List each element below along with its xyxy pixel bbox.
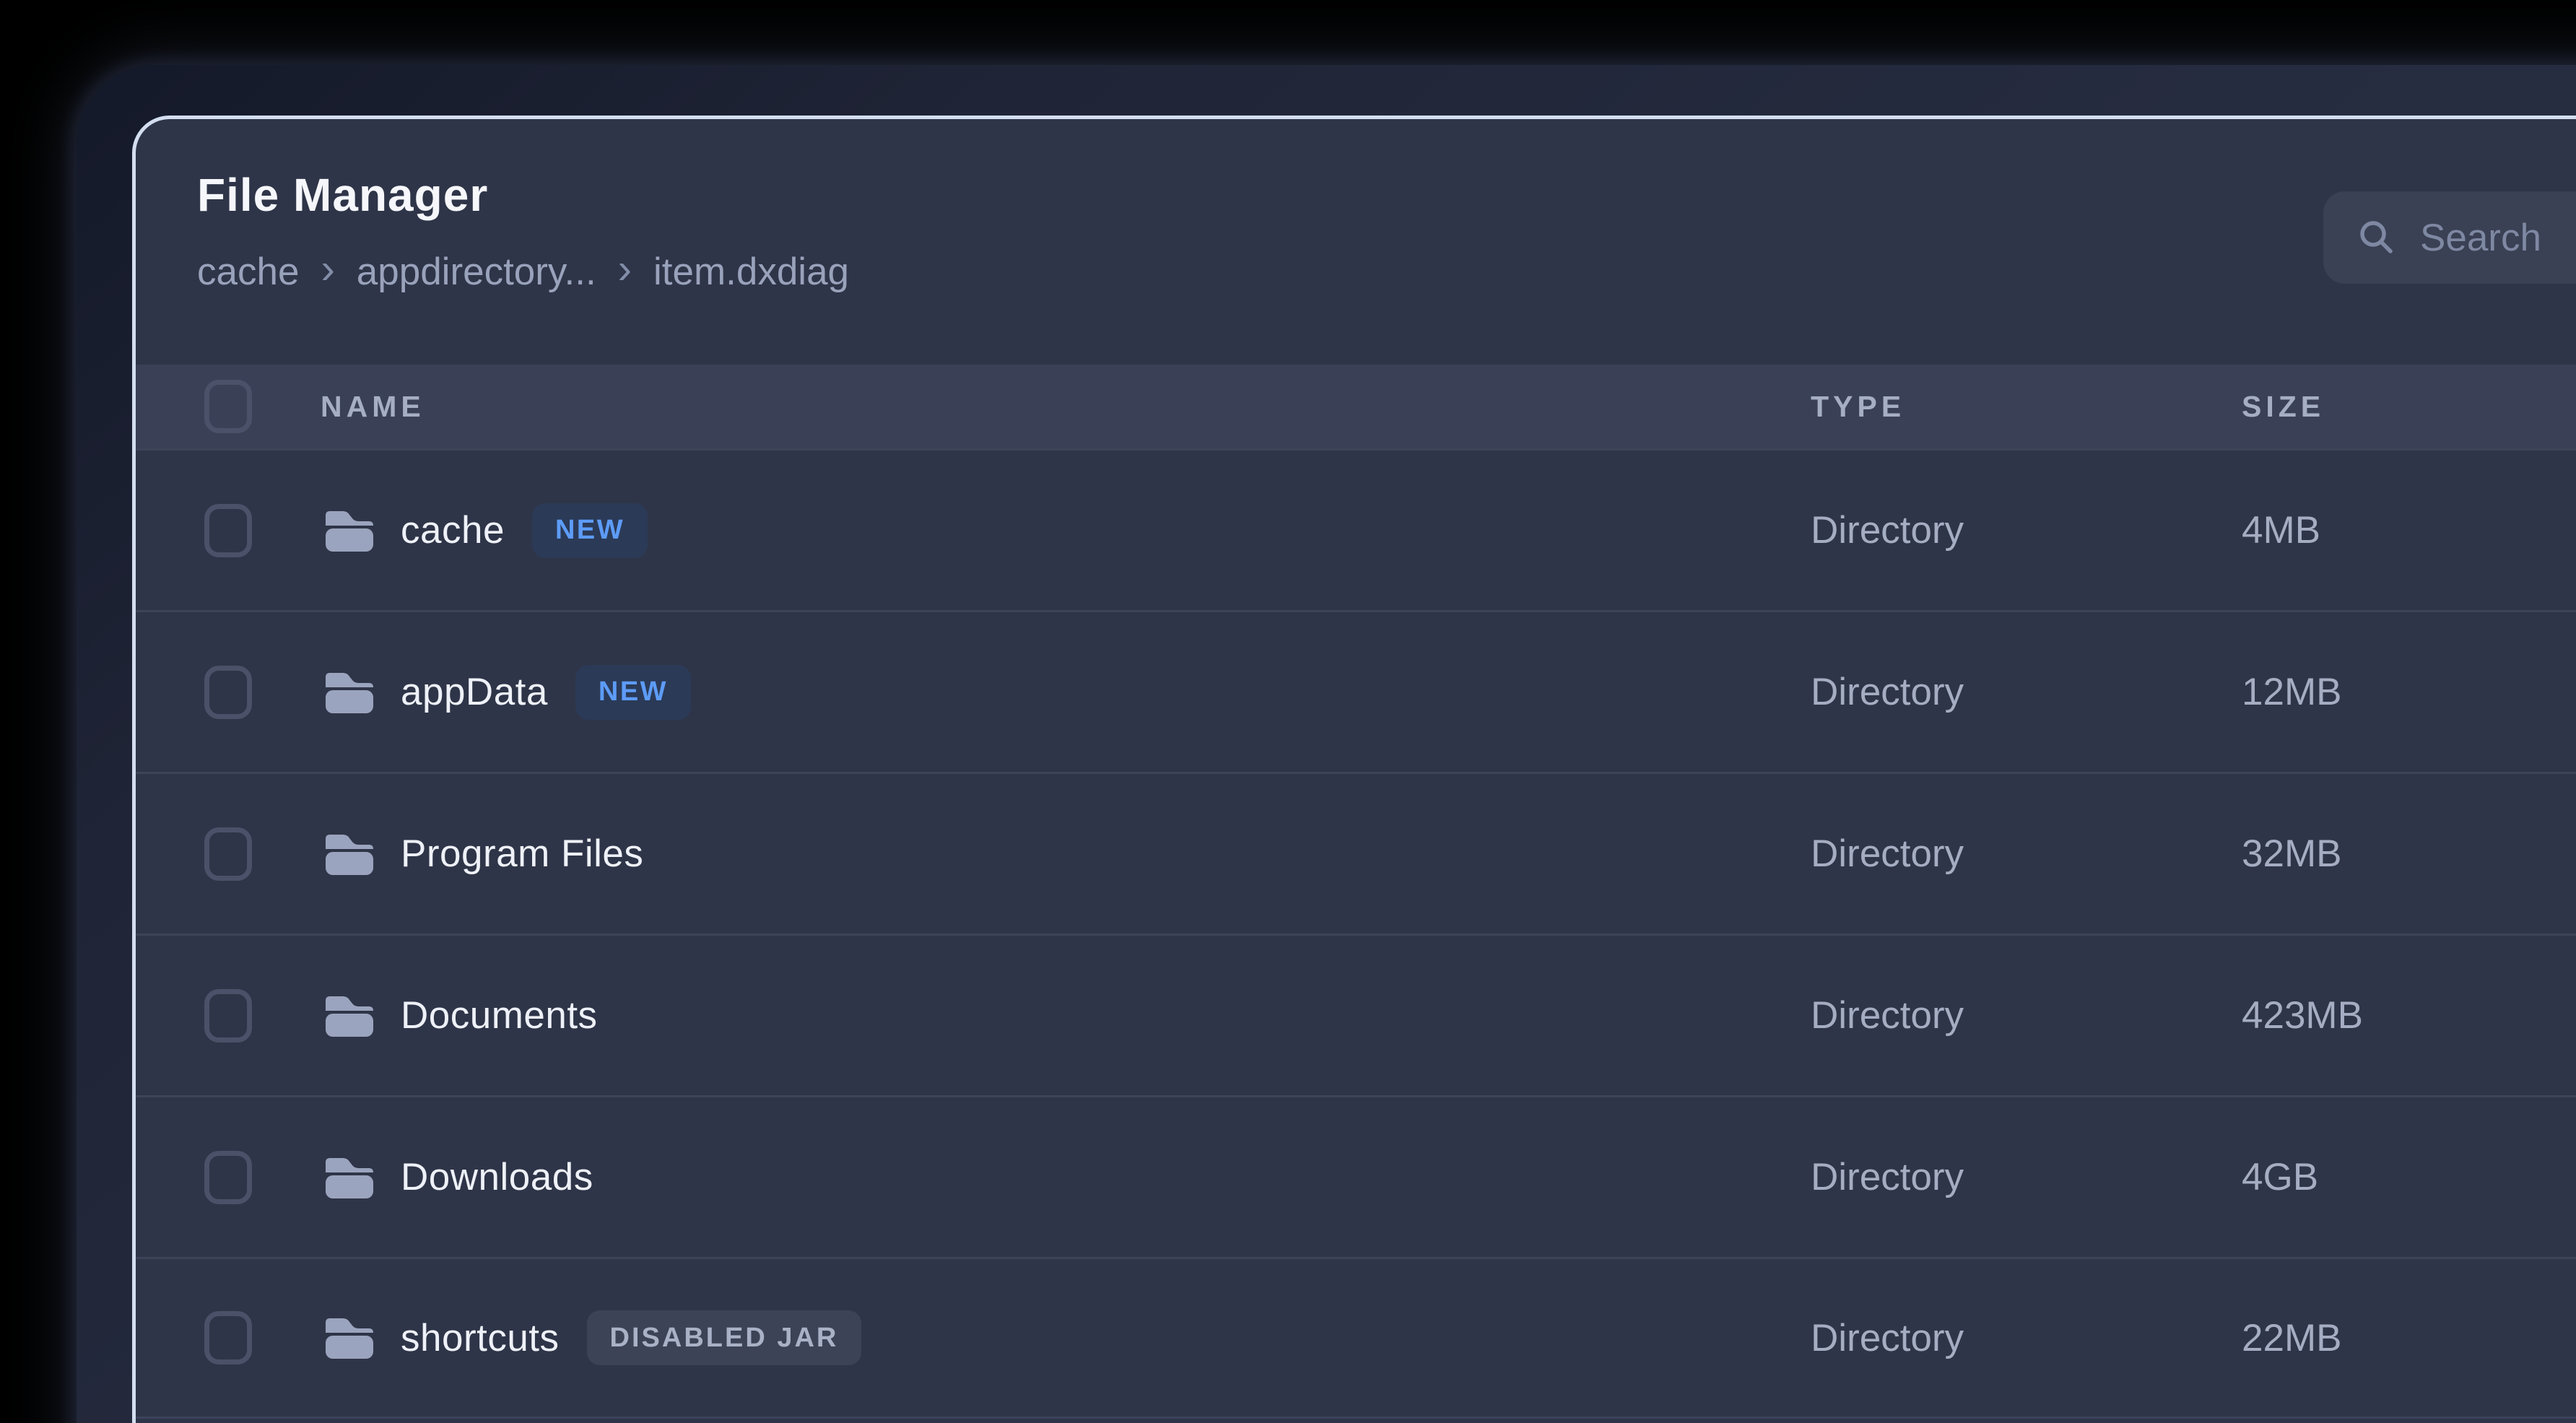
column-header-size: SIZE: [2242, 390, 2325, 424]
file-size: 12MB: [2242, 670, 2341, 714]
breadcrumb-item-cache[interactable]: cache: [197, 250, 299, 294]
row-program-files[interactable]: Program Files Directory 32MB: [136, 772, 2576, 934]
file-list: cache NEW Directory 4MB appData NEW Dire…: [136, 448, 2576, 1419]
file-name: Program Files: [401, 832, 643, 876]
file-type: Directory: [1811, 832, 1964, 876]
row-shortcuts[interactable]: shortcuts DISABLED JAR Directory 22MB: [136, 1257, 2576, 1419]
new-badge: NEW: [575, 665, 691, 720]
row-downloads[interactable]: Downloads Directory 4GB: [136, 1095, 2576, 1257]
breadcrumb: cache › appdirectory... › item.dxdiag: [197, 248, 849, 296]
column-header-name: NAME: [321, 390, 425, 424]
row-checkbox[interactable]: [204, 504, 252, 557]
window-header: File Manager cache › appdirectory... › i…: [136, 119, 2576, 365]
file-type: Directory: [1811, 1316, 1964, 1360]
file-type: Directory: [1811, 508, 1964, 552]
desktop-background: { "window": { "title": "File Manager" },…: [0, 0, 2576, 1423]
file-size: 22MB: [2242, 1316, 2341, 1360]
column-header-type: TYPE: [1811, 390, 1905, 424]
row-cache[interactable]: cache NEW Directory 4MB: [136, 448, 2576, 610]
row-checkbox[interactable]: [204, 989, 252, 1043]
folder-icon: [326, 510, 373, 552]
table-header: NAME TYPE SIZE: [136, 365, 2576, 448]
chevron-right-icon: ›: [321, 245, 334, 293]
file-size: 4MB: [2242, 508, 2320, 552]
breadcrumb-item-appdirectory[interactable]: appdirectory...: [357, 250, 596, 294]
breadcrumb-item-current-file: item.dxdiag: [653, 250, 849, 294]
file-manager-window: File Manager cache › appdirectory... › i…: [132, 116, 2576, 1423]
search-icon: [2358, 219, 2396, 256]
file-name: Downloads: [401, 1155, 593, 1199]
file-size: 32MB: [2242, 832, 2341, 876]
disabled-jar-badge: DISABLED JAR: [587, 1310, 862, 1365]
row-checkbox[interactable]: [204, 1151, 252, 1204]
file-type: Directory: [1811, 670, 1964, 714]
folder-icon: [326, 995, 373, 1037]
new-badge: NEW: [532, 503, 648, 558]
row-documents[interactable]: Documents Directory 423MB: [136, 934, 2576, 1095]
row-checkbox[interactable]: [204, 827, 252, 881]
file-name: cache: [401, 508, 505, 552]
file-name: appData: [401, 670, 548, 714]
page-title: File Manager: [197, 168, 488, 222]
file-type: Directory: [1811, 1155, 1964, 1199]
select-all-checkbox[interactable]: [204, 380, 252, 433]
search-input[interactable]: [2420, 216, 2576, 260]
file-size: 423MB: [2242, 993, 2363, 1037]
folder-icon: [326, 671, 373, 713]
chevron-right-icon: ›: [618, 245, 632, 293]
row-checkbox[interactable]: [204, 1311, 252, 1365]
search-box[interactable]: [2323, 191, 2576, 284]
file-name: shortcuts: [401, 1316, 560, 1360]
file-name: Documents: [401, 993, 598, 1037]
folder-icon: [326, 833, 373, 875]
file-size: 4GB: [2242, 1155, 2318, 1199]
file-type: Directory: [1811, 993, 1964, 1037]
folder-icon: [326, 1317, 373, 1359]
folder-icon: [326, 1157, 373, 1198]
row-appdata[interactable]: appData NEW Directory 12MB: [136, 610, 2576, 772]
row-checkbox[interactable]: [204, 666, 252, 719]
